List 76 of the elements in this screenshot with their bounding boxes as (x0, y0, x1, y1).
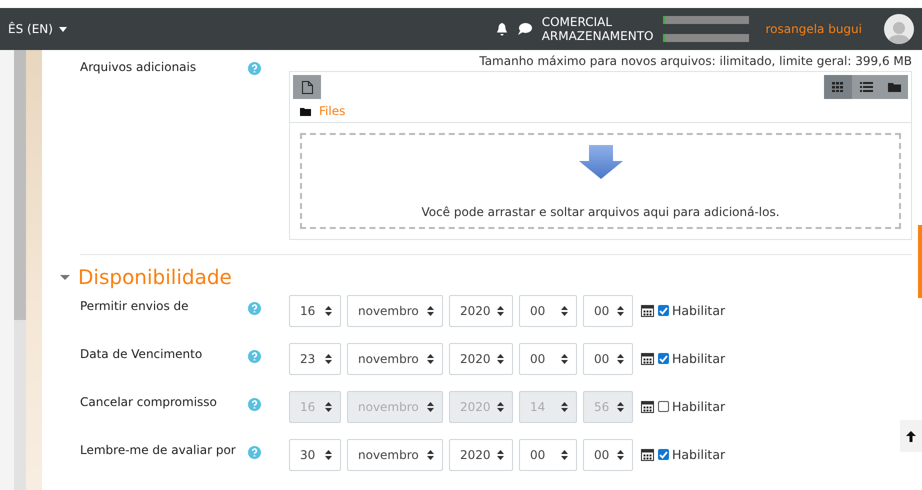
date-select[interactable]: novembro (347, 343, 443, 375)
list-icon (860, 82, 872, 92)
enable-checkbox[interactable]: Habilitar (658, 303, 726, 318)
grid-icon (832, 82, 844, 92)
enable-checkbox[interactable]: Habilitar (658, 447, 726, 462)
updown-icon (497, 354, 504, 364)
updown-icon (617, 354, 624, 364)
date-select[interactable]: 00 (583, 295, 633, 327)
updown-icon (427, 306, 434, 316)
updown-icon (325, 306, 332, 316)
date-select[interactable]: novembro (347, 439, 443, 471)
updown-icon (561, 402, 568, 412)
caret-icon (58, 26, 67, 32)
field-label: Lembre-me de avaliar por (80, 442, 237, 457)
drop-hint: Você pode arrastar e soltar arquivos aqui para adicioná-los. (421, 205, 780, 219)
enable-checkbox[interactable]: Habilitar (658, 399, 726, 414)
date-select[interactable]: 00 (583, 343, 633, 375)
site-name: COMERCIAL (542, 15, 613, 29)
field-label: Arquivos adicionais (80, 59, 198, 74)
folder-icon (300, 106, 311, 116)
date-select[interactable]: 00 (583, 439, 633, 471)
date-select[interactable]: 23 (289, 343, 341, 375)
updown-icon (325, 402, 332, 412)
checkmark-icon (659, 450, 668, 458)
drop-zone[interactable]: Você pode arrastar e soltar arquivos aqui para adicioná-los. (300, 133, 901, 229)
calendar-icon[interactable] (641, 352, 654, 365)
date-select[interactable]: 00 (519, 439, 577, 471)
caret-icon (60, 272, 70, 282)
updown-icon (617, 402, 624, 412)
field-label: Data de Vencimento (80, 346, 204, 361)
view-button[interactable] (824, 75, 852, 99)
user-name-link[interactable]: rosangela bugui (765, 22, 862, 36)
updown-icon (497, 306, 504, 316)
updown-icon (617, 450, 624, 460)
date-select[interactable]: 2020 (449, 295, 513, 327)
date-select[interactable]: 00 (519, 295, 577, 327)
checkmark-icon (659, 354, 668, 362)
avatar-icon[interactable] (884, 14, 914, 44)
back-to-top-button[interactable] (900, 420, 922, 452)
date-select[interactable]: 2020 (449, 439, 513, 471)
checkmark-icon (659, 306, 668, 314)
bell-icon[interactable] (496, 22, 508, 36)
calendar-icon[interactable] (641, 448, 654, 461)
file-icon (302, 80, 312, 94)
site-name: ARMAZENAMENTO (542, 29, 654, 43)
enable-checkbox[interactable]: Habilitar (658, 351, 726, 366)
updown-icon (617, 306, 624, 316)
updown-icon (561, 354, 568, 364)
updown-icon (325, 450, 332, 460)
date-select[interactable]: 16 (289, 295, 341, 327)
date-select[interactable]: novembro (347, 295, 443, 327)
date-select[interactable]: 30 (289, 439, 341, 471)
updown-icon (427, 354, 434, 364)
field-label: Permitir envios de (80, 298, 190, 313)
updown-icon (427, 402, 434, 412)
updown-icon (427, 450, 434, 460)
size-limit-text: Tamanho máximo para novos arquivos: ilimitado, limite geral: 399,6 MB (479, 54, 912, 68)
down-arrow-icon (578, 145, 622, 179)
add-file-button[interactable] (293, 75, 321, 99)
date-select[interactable]: 00 (519, 343, 577, 375)
updown-icon (497, 450, 504, 460)
updown-icon (561, 306, 568, 316)
field-label: Cancelar compromisso (80, 394, 218, 409)
view-button[interactable] (852, 75, 880, 99)
view-button[interactable] (880, 75, 908, 99)
language-menu[interactable]: ÊS (EN) (8, 22, 67, 36)
chat-icon[interactable] (518, 23, 532, 35)
date-select[interactable]: 2020 (449, 343, 513, 375)
calendar-icon[interactable] (641, 400, 654, 413)
folder-icon (888, 82, 900, 92)
scrollbar-thumb[interactable] (14, 50, 26, 320)
updown-icon (497, 402, 504, 412)
updown-icon (561, 450, 568, 460)
calendar-icon[interactable] (641, 304, 654, 317)
up-arrow-icon (906, 430, 916, 442)
updown-icon (325, 354, 332, 364)
